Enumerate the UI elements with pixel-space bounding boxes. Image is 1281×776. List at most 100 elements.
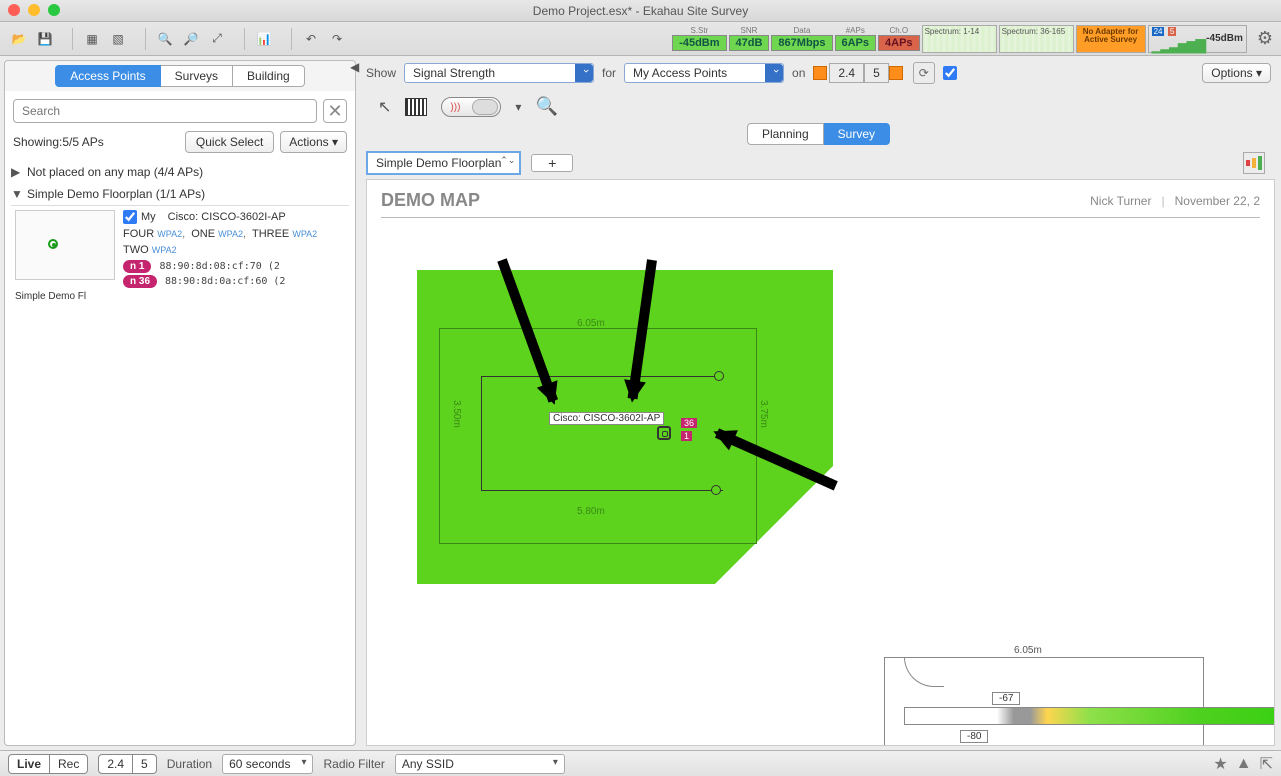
tab-access-points[interactable]: Access Points	[55, 65, 160, 87]
band-24-status[interactable]: 2.4	[98, 754, 133, 774]
band-24[interactable]: 2.4	[829, 63, 864, 83]
maximize-icon[interactable]	[48, 4, 60, 16]
save-icon[interactable]: 💾	[34, 28, 56, 50]
live-rec-toggle[interactable]: Live Rec	[8, 754, 88, 774]
legend-dim: 6.05m	[1014, 645, 1042, 656]
mac-address: 88:90:8d:0a:cf:60 (2	[165, 276, 285, 287]
close-icon[interactable]	[8, 4, 20, 16]
wifi-status: 24 5 ▁▂▃▅▆▇ -45dBm	[1148, 25, 1247, 53]
statusbar: Live Rec 2.4 5 Duration 60 seconds Radio…	[0, 750, 1281, 776]
open-icon[interactable]: 📂	[8, 28, 30, 50]
band-toggle[interactable]: 2.4 5	[813, 63, 904, 83]
pill-aps: #APs 6APs	[835, 26, 877, 51]
radio-filter-select[interactable]: Any SSID	[395, 754, 565, 774]
actions-button[interactable]: Actions ▾	[280, 131, 347, 153]
floorplan-select[interactable]: Simple Demo Floorplan	[366, 151, 521, 175]
viz-enable-checkbox[interactable]	[943, 66, 957, 80]
cursor-tool-icon[interactable]: ↖	[378, 97, 391, 117]
quick-select-button[interactable]: Quick Select	[185, 131, 274, 153]
for-label: for	[602, 66, 616, 80]
aps-select[interactable]: My Access Points	[624, 63, 784, 83]
legend-floorplan: 6.05m dBm -67 -80 >= 0	[884, 645, 1275, 746]
tab-planning[interactable]: Planning	[747, 123, 824, 145]
ap-marker-icon[interactable]	[657, 426, 671, 440]
spectrum-36-165[interactable]: Spectrum: 36-165	[999, 25, 1074, 53]
map-meta: Nick Turner|November 22, 2	[1090, 194, 1260, 208]
map-canvas[interactable]: DEMO MAP Nick Turner|November 22, 2 6.05…	[366, 179, 1275, 746]
separator	[72, 28, 73, 50]
status-pills: S.Str -45dBm SNR 47dB Data 867Mbps #APs …	[672, 25, 1273, 53]
minimize-icon[interactable]	[28, 4, 40, 16]
gradient-legend	[904, 707, 1275, 725]
sidebar-tabs: Access Points Surveys Building	[5, 61, 355, 91]
clear-search-icon[interactable]: ✕	[323, 99, 347, 123]
adapter-warning: No Adapter for Active Survey	[1076, 25, 1146, 53]
ap-title: Cisco: CISCO-3602I-AP	[168, 211, 286, 223]
window-controls[interactable]	[8, 4, 60, 16]
ap-tree: ▶Not placed on any map (4/4 APs) ▼Simple…	[5, 161, 355, 745]
legend-value: -67	[992, 692, 1020, 705]
main-toolbar: 📂 💾 ▦ ▧ 🔍 🔎 ⤢ 📊 ↶ ↷ S.Str -45dBm SNR 47d…	[0, 22, 1281, 56]
legend-value: -80	[960, 730, 988, 743]
ap-list-item[interactable]: Simple Demo Fl My Cisco: CISCO-3602I-AP …	[11, 205, 349, 292]
rec-button[interactable]: Rec	[50, 754, 88, 774]
content-area: ◀ Show Signal Strength for My Access Poi…	[356, 56, 1281, 750]
channel-tag: 1	[681, 431, 692, 441]
signal-bars-icon: ▁▂▃▅▆▇	[1152, 37, 1205, 53]
duration-label: Duration	[167, 757, 212, 771]
radio-filter-label: Radio Filter	[323, 757, 384, 771]
stats-icon[interactable]	[1243, 152, 1265, 174]
live-button[interactable]: Live	[8, 754, 50, 774]
separator	[244, 28, 245, 50]
gear-icon[interactable]: ⚙	[1257, 28, 1273, 49]
undo-icon[interactable]: ↶	[300, 28, 322, 50]
duration-select[interactable]: 60 seconds	[222, 754, 313, 774]
add-floorplan-button[interactable]: +	[531, 154, 573, 172]
ap-label[interactable]: Cisco: CISCO-3602I-AP	[549, 412, 664, 425]
separator	[291, 28, 292, 50]
ap-mac-row: n 36 88:90:8d:0a:cf:60 (2	[123, 275, 345, 288]
sidebar: Access Points Surveys Building ✕ Showing…	[4, 60, 356, 746]
visualization-bar: Show Signal Strength for My Access Point…	[356, 56, 1281, 90]
scale-tool-icon[interactable]	[405, 98, 427, 116]
import-icon[interactable]: ▦	[81, 28, 103, 50]
options-button[interactable]: Options ▾	[1202, 63, 1271, 83]
floorplan-thumbnail[interactable]	[15, 210, 115, 280]
visualization-select[interactable]: Signal Strength	[404, 63, 594, 83]
popout-icon[interactable]: ⇱	[1260, 754, 1273, 774]
zoom-out-icon[interactable]: 🔎	[180, 28, 202, 50]
dim-label: 3.50m	[451, 400, 462, 428]
zoom-fit-icon[interactable]: ⤢	[206, 28, 228, 50]
survey-point-icon	[714, 371, 724, 381]
star-icon[interactable]: ★	[1213, 754, 1227, 774]
map-tools: ↖ ))) ▾ 🔍	[356, 90, 1281, 123]
search-input[interactable]	[13, 99, 317, 123]
chevron-right-icon[interactable]: ▶	[11, 165, 23, 179]
titlebar: Demo Project.esx* - Ekahau Site Survey	[0, 0, 1281, 22]
tab-surveys[interactable]: Surveys	[161, 65, 233, 87]
ap-dot-icon	[48, 239, 58, 249]
tree-not-placed[interactable]: ▶Not placed on any map (4/4 APs)	[11, 161, 349, 183]
inspector-tool-icon[interactable]: 🔍	[535, 96, 557, 117]
ap-ssids-line1: FOUR WPA2, ONE WPA2, THREE WPA2	[123, 228, 345, 240]
canvas-header: DEMO MAP Nick Turner|November 22, 2	[381, 190, 1260, 218]
dim-label: 3.75m	[758, 400, 769, 428]
caret-up-icon[interactable]: ▲	[1236, 755, 1252, 773]
export-icon[interactable]: ▧	[107, 28, 129, 50]
tab-survey[interactable]: Survey	[824, 123, 890, 145]
band-toggle-status[interactable]: 2.4 5	[98, 754, 156, 774]
zoom-in-icon[interactable]: 🔍	[154, 28, 176, 50]
refresh-icon[interactable]: ⟳	[913, 62, 935, 84]
tree-floorplan[interactable]: ▼Simple Demo Floorplan (1/1 APs)	[11, 183, 349, 205]
chart-icon[interactable]: 📊	[253, 28, 275, 50]
band-5[interactable]: 5	[864, 63, 889, 83]
band-5-status[interactable]: 5	[133, 754, 157, 774]
redo-icon[interactable]: ↷	[326, 28, 348, 50]
my-ap-checkbox[interactable]	[123, 210, 137, 224]
floorplan-heatmap[interactable]: 6.05m 5.80m 3.50m 3.75m Cisco: CISCO-360…	[417, 270, 833, 584]
tab-building[interactable]: Building	[233, 65, 305, 87]
chevron-down-icon[interactable]: ▼	[11, 187, 23, 201]
spectrum-1-14[interactable]: Spectrum: 1-14	[922, 25, 997, 53]
survey-toggle[interactable]: )))	[441, 97, 501, 117]
separator	[145, 28, 146, 50]
